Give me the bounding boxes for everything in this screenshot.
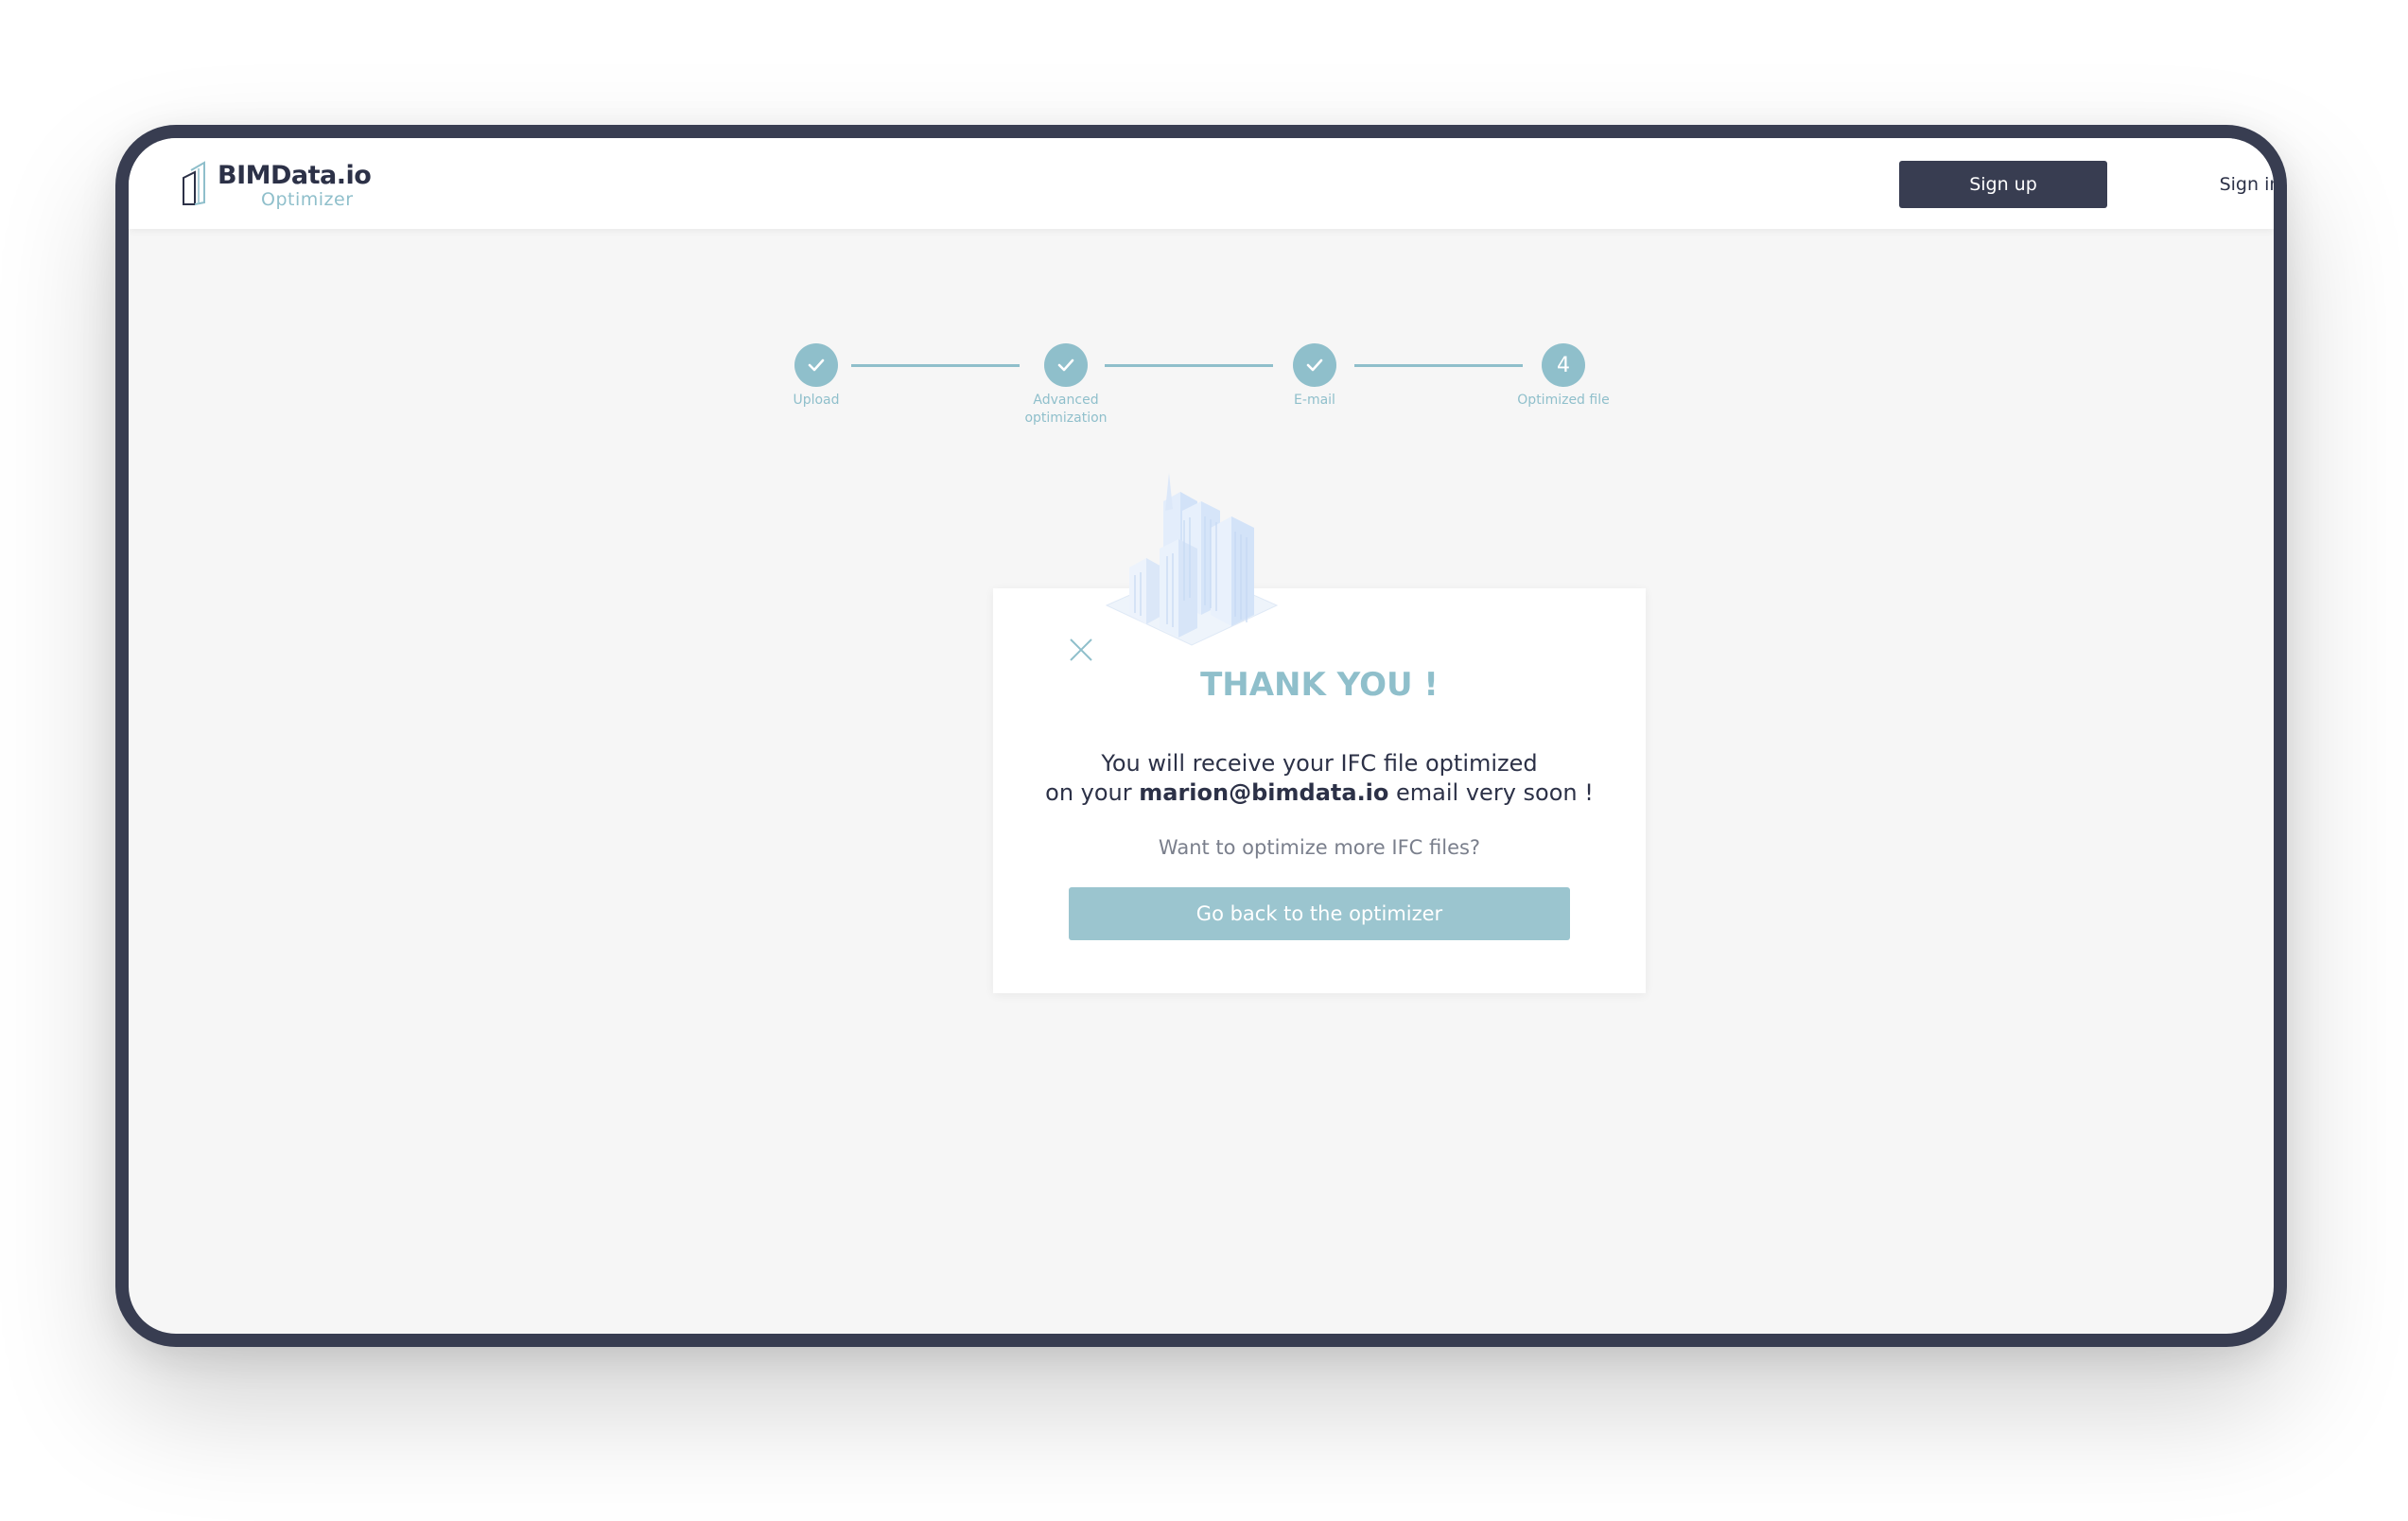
buildings-illustration xyxy=(1105,473,1279,646)
sign-up-button[interactable]: Sign up xyxy=(1899,161,2107,208)
step-upload-circle xyxy=(794,343,838,387)
sign-in-link[interactable]: Sign in xyxy=(2179,161,2274,208)
message-prefix: on your xyxy=(1045,779,1140,806)
optimize-more-question: Want to optimize more IFC files? xyxy=(1158,836,1481,859)
logo-title: BIMData.io xyxy=(218,161,372,190)
thank-you-modal: THANK YOU ! You will receive your IFC fi… xyxy=(993,588,1646,993)
modal-title: THANK YOU ! xyxy=(1200,666,1439,704)
top-bar: BIMData.io Optimizer Sign up Sign in xyxy=(129,138,2274,229)
message-line-1: You will receive your IFC file optimized xyxy=(1101,750,1538,777)
step-connector xyxy=(1105,364,1273,367)
device-frame: BIMData.io Optimizer Sign up Sign in 4 U… xyxy=(115,125,2287,1347)
step-label-optimized: Optimized file xyxy=(1517,393,1610,408)
step-label-upload: Upload xyxy=(793,393,840,408)
step-label-advanced: Advanced optimization xyxy=(1024,393,1108,426)
message-line-2: on your marion@bimdata.io email very soo… xyxy=(993,778,1646,808)
logo-subtitle: Optimizer xyxy=(261,189,354,210)
step-optimized-circle: 4 xyxy=(1542,343,1585,387)
step-connector xyxy=(851,364,1020,367)
step-email-circle xyxy=(1293,343,1336,387)
check-icon xyxy=(1306,358,1323,372)
step-advanced-circle xyxy=(1044,343,1088,387)
close-icon[interactable] xyxy=(1067,636,1095,664)
message-suffix: email very soon ! xyxy=(1388,779,1594,806)
check-icon xyxy=(808,358,825,372)
logo-icon xyxy=(183,161,205,205)
logo[interactable]: BIMData.io Optimizer xyxy=(182,159,372,212)
user-email: marion@bimdata.io xyxy=(1139,779,1389,806)
modal-message: You will receive your IFC file optimized… xyxy=(993,749,1646,808)
app-screen: BIMData.io Optimizer Sign up Sign in 4 U… xyxy=(129,138,2274,1334)
go-back-button[interactable]: Go back to the optimizer xyxy=(1069,887,1570,940)
step-label-email: E-mail xyxy=(1294,393,1335,408)
step-connector xyxy=(1354,364,1523,367)
check-icon xyxy=(1057,358,1074,372)
